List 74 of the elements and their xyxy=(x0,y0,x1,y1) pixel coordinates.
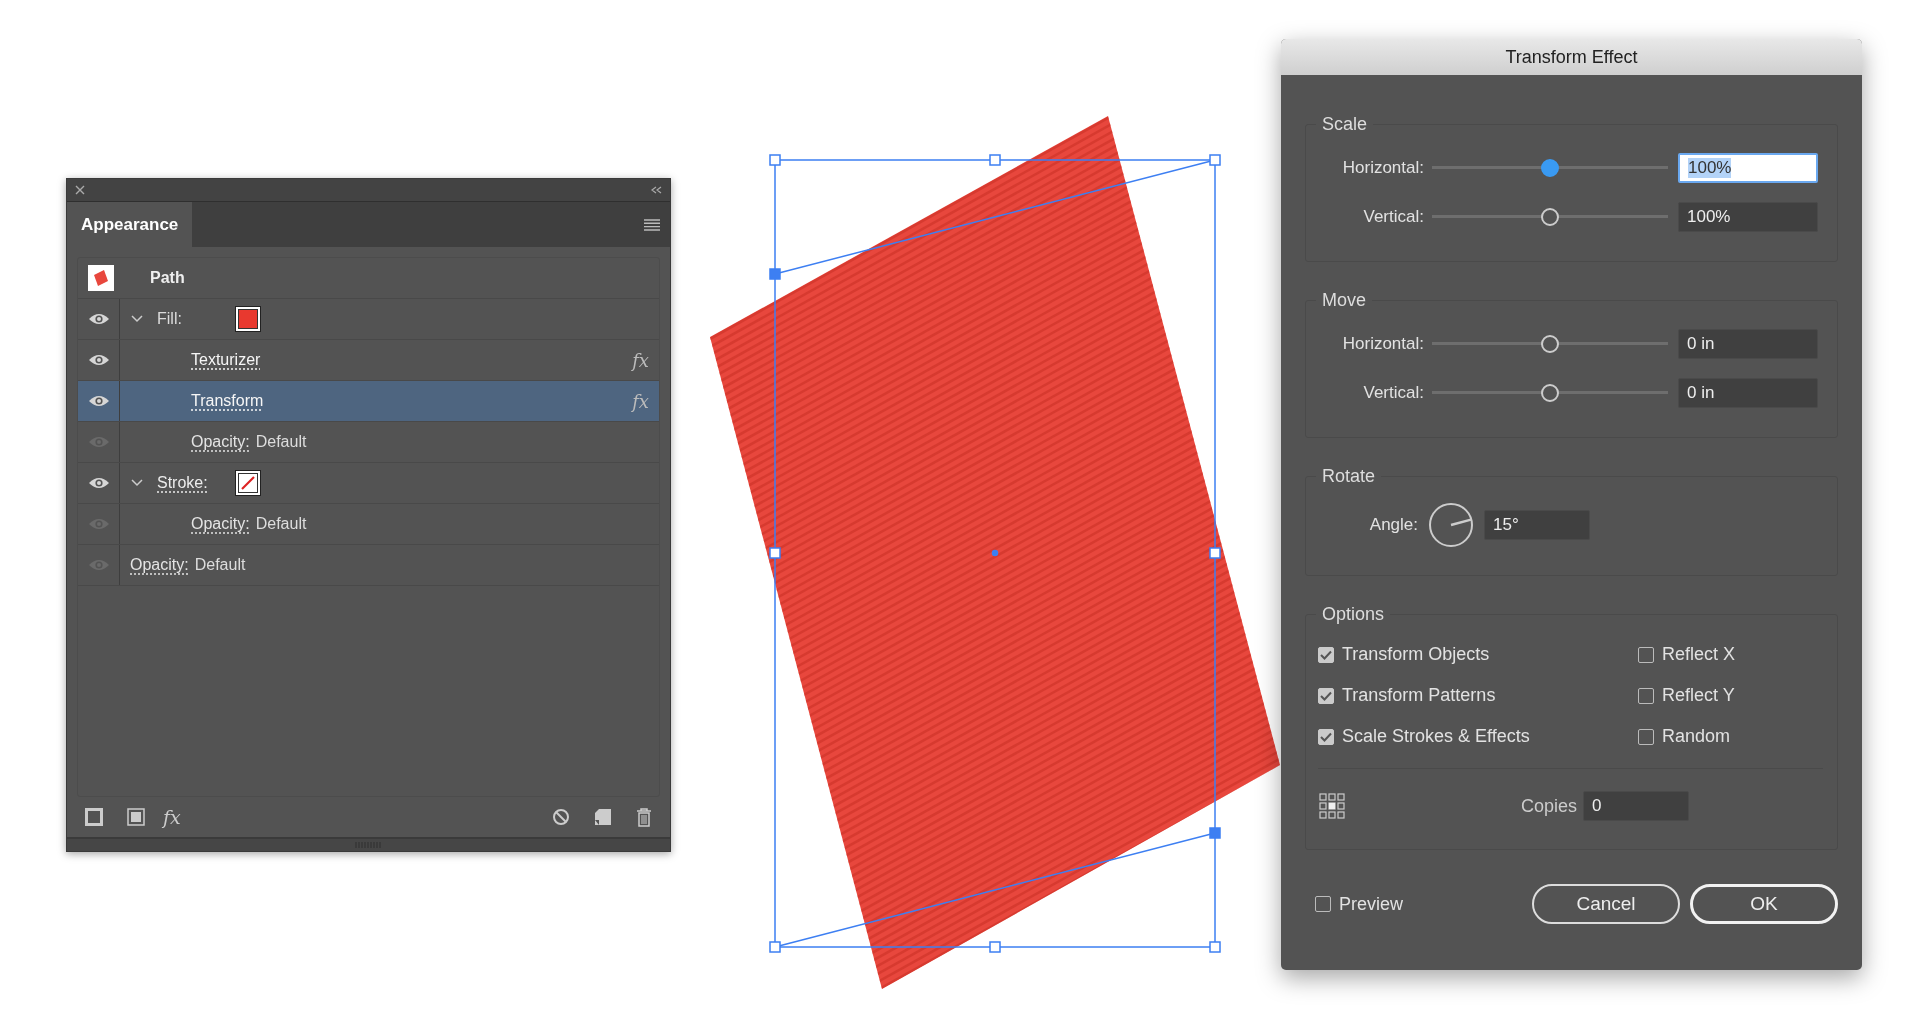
collapse-icon[interactable] xyxy=(651,186,662,194)
stroke-link[interactable]: Stroke: xyxy=(157,474,208,492)
dialog-button[interactable]: Cancel xyxy=(1532,884,1680,924)
checkbox-label: Reflect Y xyxy=(1662,685,1735,706)
copies-label: Copies xyxy=(1520,795,1577,817)
slider-thumb[interactable] xyxy=(1541,158,1559,177)
opacity-value: Default xyxy=(255,515,307,533)
selection-bounding-box[interactable] xyxy=(769,154,1221,953)
appearance-row[interactable]: Opacity: Default xyxy=(78,504,659,545)
checkbox-label: Transform Patterns xyxy=(1342,685,1496,706)
object-thumbnail xyxy=(88,265,114,291)
stroke-swatch[interactable] xyxy=(235,470,261,496)
value-field[interactable]: 100% xyxy=(1678,201,1818,232)
checkbox[interactable] xyxy=(1315,896,1331,912)
checkbox[interactable] xyxy=(1318,728,1334,745)
slider-thumb[interactable] xyxy=(1541,334,1559,353)
menu-icon[interactable] xyxy=(644,218,660,231)
appearance-row[interactable]: Opacity: Default xyxy=(78,422,659,463)
fx-label: fx xyxy=(632,349,649,371)
checkbox-label: Random xyxy=(1662,726,1731,747)
fx-label: fx xyxy=(632,390,649,412)
trash-icon[interactable] xyxy=(636,807,652,827)
dialog-title: Transform Effect xyxy=(1281,39,1862,75)
object-label: Path xyxy=(150,269,185,287)
appearance-row[interactable]: Stroke: xyxy=(78,463,659,504)
appearance-row[interactable]: Transform fx xyxy=(78,381,659,422)
checkbox-label: Preview xyxy=(1339,893,1404,915)
chevron-down-icon[interactable] xyxy=(130,314,144,324)
opacity-link[interactable]: Opacity: xyxy=(191,515,250,533)
checkbox-label: Scale Strokes & Effects xyxy=(1342,726,1530,747)
slider-thumb[interactable] xyxy=(1541,207,1559,226)
value-field[interactable]: 0 in xyxy=(1678,328,1818,359)
new-fill-icon[interactable] xyxy=(127,808,145,826)
fill-label: Fill: xyxy=(157,310,182,328)
appearance-row[interactable]: Fill: xyxy=(78,299,659,340)
add-effect-button[interactable]: fx xyxy=(163,806,181,828)
section-title: Options xyxy=(1321,604,1386,625)
angle-field[interactable]: 15° xyxy=(1484,510,1590,540)
duplicate-item-icon[interactable] xyxy=(594,808,612,826)
slider-label: Horizontal: xyxy=(1341,333,1424,354)
slider-label: Vertical: xyxy=(1362,206,1424,227)
section-title: Rotate xyxy=(1321,466,1377,487)
section-title: Scale xyxy=(1321,114,1369,135)
checkbox[interactable] xyxy=(1318,646,1334,663)
checkbox[interactable] xyxy=(1638,728,1654,745)
opacity-link[interactable]: Opacity: xyxy=(130,556,189,574)
opacity-value: Default xyxy=(255,433,307,451)
checkbox[interactable] xyxy=(1318,687,1334,704)
value-field[interactable]: 100% xyxy=(1678,152,1818,183)
checkbox-label: Transform Objects xyxy=(1342,644,1490,665)
effect-link[interactable]: Texturizer xyxy=(191,351,261,369)
checkbox[interactable] xyxy=(1638,687,1654,704)
slider-label: Horizontal: xyxy=(1341,157,1424,178)
panel-tab[interactable]: Appearance xyxy=(67,202,193,247)
section-title: Move xyxy=(1321,290,1367,311)
appearance-row[interactable]: Opacity: Default xyxy=(78,545,659,586)
chevron-down-icon[interactable] xyxy=(130,478,144,488)
close-icon[interactable] xyxy=(75,185,85,195)
value-field[interactable]: 0 in xyxy=(1678,377,1818,408)
opacity-link[interactable]: Opacity: xyxy=(191,433,250,451)
slider-thumb[interactable] xyxy=(1541,383,1559,402)
new-stroke-icon[interactable] xyxy=(85,808,103,826)
clear-appearance-icon[interactable] xyxy=(552,808,570,826)
fill-swatch[interactable] xyxy=(235,306,261,332)
opacity-value: Default xyxy=(194,556,246,574)
checkbox-label: Reflect X xyxy=(1662,644,1736,665)
effect-link[interactable]: Transform xyxy=(191,392,264,410)
default-button[interactable]: OK xyxy=(1690,884,1838,924)
slider-label: Vertical: xyxy=(1362,382,1424,403)
angle-label: Angle: xyxy=(1368,515,1418,535)
copies-field[interactable]: 0 xyxy=(1583,791,1689,821)
reference-point-icon[interactable] xyxy=(1318,792,1346,820)
angle-dial[interactable] xyxy=(1428,502,1474,548)
checkbox[interactable] xyxy=(1638,646,1654,663)
